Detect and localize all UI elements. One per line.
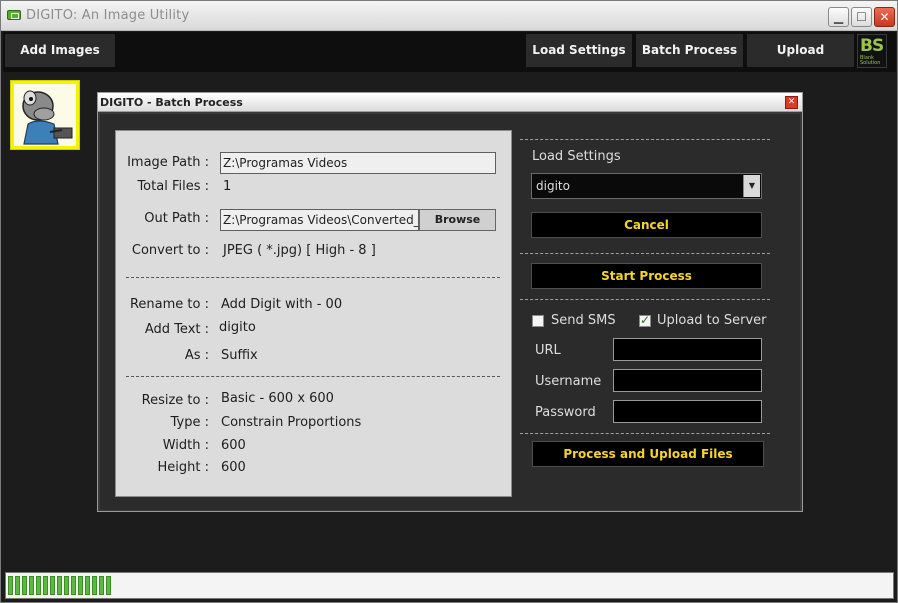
section-divider [520,253,770,254]
maximize-button[interactable]: ☐ [851,7,872,27]
upload-button[interactable]: Upload [747,34,854,67]
progress-bar [8,576,111,595]
minimize-icon: ▁ [833,10,844,24]
status-bar [5,572,894,599]
close-icon: ✕ [879,10,890,24]
progress-segment [99,576,104,595]
progress-segment [78,576,83,595]
height-label: Height : [157,460,210,475]
add-text-value: digito [219,320,256,335]
progress-segment [22,576,27,595]
image-thumbnail[interactable] [10,80,80,150]
progress-segment [85,576,90,595]
type-value: Constrain Proportions [221,415,362,430]
dialog-body: Image Path : Z:\Programas Videos Total F… [100,114,800,510]
progress-segment [43,576,48,595]
minimize-button[interactable]: ▁ [828,7,849,27]
logo-mark: BS [860,36,884,56]
total-files-value: 1 [223,179,232,194]
section-divider [126,277,500,278]
resize-to-value: Basic - 600 x 600 [221,391,334,406]
load-settings-button[interactable]: Load Settings [526,34,632,67]
section-divider [126,376,500,377]
password-input[interactable] [613,400,762,423]
convert-to-value: JPEG ( *.jpg) [ High - 8 ] [223,243,376,258]
app-window: DIGITO: An Image Utility ▁ ☐ ✕ Add Image… [0,0,898,603]
image-path-field[interactable]: Z:\Programas Videos [220,152,496,174]
batch-process-button[interactable]: Batch Process [636,34,743,67]
close-window-button[interactable]: ✕ [874,7,895,27]
settings-select[interactable]: digito ▼ [531,173,762,199]
convert-to-label: Convert to : [131,243,209,258]
width-label: Width : [162,438,209,453]
load-settings-label: Load Settings [532,149,621,164]
window-title: DIGITO: An Image Utility [26,8,190,23]
progress-segment [92,576,97,595]
progress-segment [36,576,41,595]
type-label: Type : [170,415,209,430]
progress-segment [50,576,55,595]
section-divider [520,139,770,140]
app-icon [7,10,21,20]
start-process-button[interactable]: Start Process [531,263,762,289]
as-value: Suffix [221,348,258,363]
upload-to-server-label: Upload to Server [657,313,767,328]
browse-button[interactable]: Browse [419,209,496,231]
section-divider [520,433,770,434]
send-sms-checkbox[interactable] [532,315,544,327]
settings-selected-value: digito [536,179,570,193]
dialog-title-bar[interactable]: DIGITO - Batch Process ✕ [98,93,802,112]
progress-segment [71,576,76,595]
url-input[interactable] [613,338,762,361]
dialog-title: DIGITO - Batch Process [100,96,243,109]
total-files-label: Total Files : [137,179,209,194]
rename-to-value: Add Digit with - 00 [221,297,343,312]
height-value: 600 [221,460,246,475]
batch-summary-panel: Image Path : Z:\Programas Videos Total F… [115,130,512,497]
batch-process-dialog: DIGITO - Batch Process ✕ Image Path : Z:… [97,92,803,512]
progress-segment [57,576,62,595]
progress-segment [8,576,13,595]
logo-subtitle: Blank Solution [860,55,881,66]
add-images-button[interactable]: Add Images [5,34,115,67]
cartoon-character-icon [22,90,73,145]
out-path-field[interactable]: Z:\Programas Videos\Converted_I [220,209,419,231]
add-text-label: Add Text : [144,322,209,337]
upload-to-server-checkbox[interactable] [639,313,651,327]
width-value: 600 [221,438,246,453]
progress-segment [29,576,34,595]
rename-to-label: Rename to : [129,297,209,312]
send-sms-label: Send SMS [551,313,616,328]
progress-segment [106,576,111,595]
maximize-icon: ☐ [856,10,867,24]
username-label: Username [535,374,602,389]
cancel-button[interactable]: Cancel [531,212,762,238]
brand-logo: BS Blank Solution [857,34,887,68]
close-icon: ✕ [787,97,796,107]
password-label: Password [535,405,596,420]
main-toolbar: Add Images Load Settings Batch Process U… [3,32,896,72]
chevron-down-icon[interactable]: ▼ [743,175,760,197]
as-label: As : [184,348,209,363]
username-input[interactable] [613,369,762,392]
process-and-upload-button[interactable]: Process and Upload Files [532,441,764,467]
url-label: URL [535,343,561,358]
dialog-close-button[interactable]: ✕ [785,96,798,109]
progress-segment [64,576,69,595]
title-bar[interactable]: DIGITO: An Image Utility ▁ ☐ ✕ [1,1,897,31]
out-path-label: Out Path : [144,211,209,226]
resize-to-label: Resize to : [141,393,209,408]
image-path-label: Image Path : [127,155,209,170]
section-divider [520,299,770,300]
progress-segment [15,576,20,595]
thumbnail-picture [14,84,76,146]
